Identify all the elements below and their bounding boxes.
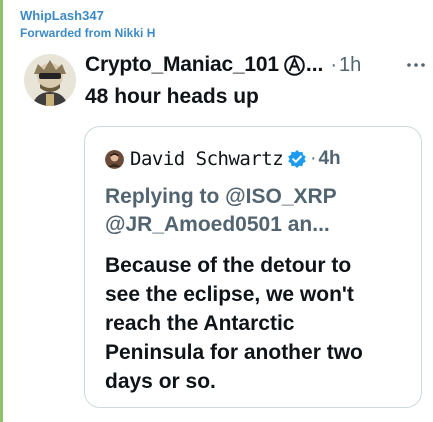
quoted-tweet-header: David Schwartz · 4h <box>105 147 341 171</box>
author-avatar[interactable] <box>24 54 76 106</box>
message-accent-bar <box>0 0 3 422</box>
forwarded-from-label[interactable]: Forwarded from Nikki H <box>20 26 155 40</box>
quoted-dot-separator: · <box>310 148 317 169</box>
telegram-forwarded-message: WhipLash347 Forwarded from Nikki H Crypt… <box>0 0 433 422</box>
more-dots-icon[interactable] <box>405 58 427 70</box>
quoted-body-line: see the eclipse, we won't <box>105 283 354 306</box>
tweet-header: Crypto_Maniac_101 ... · 1h <box>85 52 361 78</box>
tweet-timestamp[interactable]: 1h <box>339 54 361 77</box>
verified-badge-icon <box>287 149 307 169</box>
replying-line-2[interactable]: @JR_Amoed0501 an... <box>105 211 337 239</box>
quoted-tweet-body: Because of the detour to see the eclipse… <box>105 251 415 396</box>
quoted-author-name[interactable]: David Schwartz <box>130 148 284 170</box>
quoted-tweet-card[interactable]: David Schwartz · 4h Replying to @ISO_XRP… <box>84 126 422 408</box>
quoted-body-line: days or so. <box>105 370 216 393</box>
sender-name[interactable]: WhipLash347 <box>20 8 104 23</box>
anarchy-circle-icon <box>284 54 305 76</box>
replying-line-1[interactable]: Replying to @ISO_XRP <box>105 183 337 211</box>
quoted-timestamp[interactable]: 4h <box>318 148 340 170</box>
tweet-author-name[interactable]: Crypto_Maniac_101 <box>85 53 279 77</box>
quoted-body-line: reach the Antarctic <box>105 312 295 335</box>
tweet-text: 48 hour heads up <box>85 85 259 108</box>
tweet-dot-separator: · <box>330 53 338 76</box>
replying-to-text: Replying to @ISO_XRP @JR_Amoed0501 an... <box>105 183 337 239</box>
quoted-body-line: Peninsula for another two <box>105 341 363 364</box>
quoted-author-avatar[interactable] <box>105 149 124 169</box>
quoted-body-line: Because of the detour to <box>105 254 352 277</box>
author-name-ellipsis: ... <box>305 53 324 76</box>
